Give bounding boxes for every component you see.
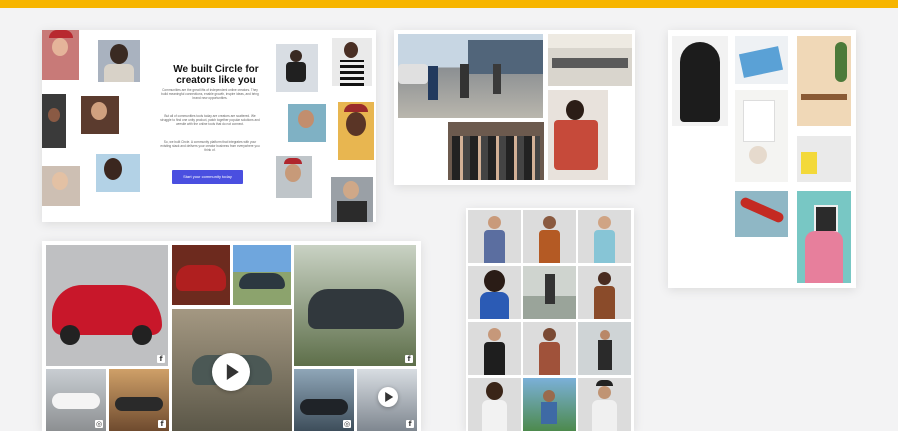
hero-title: We built Circle for creators like you [173,64,259,86]
car-video-thumbnail[interactable]: f [357,369,417,431]
car-photo [233,245,291,305]
car-photo: ◎ [294,369,354,431]
alt-icon: ◎ [95,420,103,428]
sculpture-photo [735,191,788,237]
car-photo: f [109,369,169,431]
portrait-photo [523,322,576,375]
portrait-photo [468,322,521,375]
portrait-photo [276,44,318,92]
start-community-button[interactable]: Start your community today [172,170,243,184]
car-photo [172,245,230,305]
hero-paragraph: So, we built Circle. A community platfor… [160,140,260,153]
portrait-photo [42,94,66,148]
portrait-photo [523,210,576,263]
facebook-icon: f [405,355,413,363]
portrait-photo [578,210,631,263]
facebook-icon: f [158,420,166,428]
hero-paragraph: Communities are the great lifts of indep… [161,88,259,101]
laptop-photo [735,36,788,84]
office-photo [548,34,632,86]
portrait-photo [578,322,631,375]
alt-icon: ◎ [343,420,351,428]
portrait-photo [578,266,631,319]
facebook-icon: f [406,420,414,428]
play-icon[interactable] [378,387,398,407]
people-photos-card[interactable] [466,208,634,431]
book-photo [797,136,851,182]
portrait-photo [332,38,372,86]
car-video-thumbnail[interactable] [172,309,292,431]
interior-photo [797,36,851,126]
portrait-photo [331,177,373,222]
portrait-photo [523,378,576,431]
reading-photo [548,90,608,180]
tablet-person-photo [797,191,851,283]
office-photos-card[interactable] [394,30,635,185]
portrait-photo [523,266,576,319]
lifestyle-photos-card[interactable] [668,30,856,288]
accent-top-bar [0,0,898,8]
facebook-icon: f [157,355,165,363]
circle-hero-card[interactable]: We built Circle for creators like you Co… [42,30,376,222]
play-icon[interactable] [212,353,250,391]
car-photo: ◎ [46,369,106,431]
portrait-photo [288,104,326,142]
silhouette-photo [672,36,728,126]
portrait-photo [96,154,140,192]
car-photo: f [294,245,416,366]
car-photo: f [46,245,168,366]
portrait-photo [468,210,521,263]
portrait-photo [81,96,119,134]
coffee-photo [735,90,788,182]
portrait-photo [42,30,79,80]
portrait-photo [338,102,374,160]
hero-paragraph: But all of communities tools today are c… [160,114,260,127]
street-photo [398,34,543,118]
car-photos-card[interactable]: f f ◎ f ◎ f [42,241,421,431]
portrait-photo [276,156,312,198]
portrait-photo [468,378,521,431]
portrait-photo [98,40,140,82]
portrait-photo [578,378,631,431]
portrait-photo [42,166,80,206]
portrait-photo [468,266,521,319]
team-photo [448,122,544,180]
